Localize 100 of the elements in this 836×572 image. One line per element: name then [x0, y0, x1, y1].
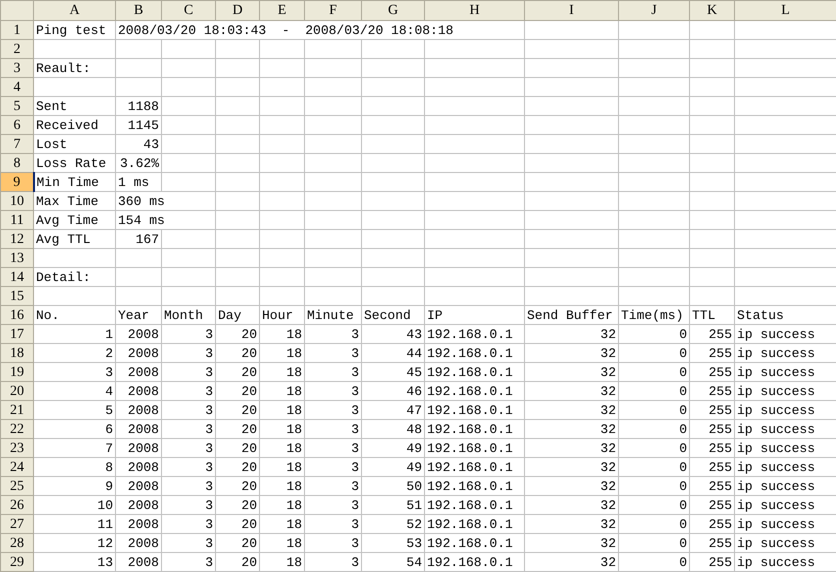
- row-header[interactable]: 29: [0, 552, 34, 572]
- cell-text: 20: [241, 344, 257, 362]
- cell-text: 0: [679, 440, 687, 456]
- cell-text: 18: [286, 478, 302, 494]
- row-header[interactable]: 14: [0, 268, 34, 286]
- row-header[interactable]: 2: [0, 40, 34, 58]
- row-header[interactable]: 25: [0, 476, 34, 496]
- cell-text: 20: [241, 458, 257, 476]
- column-header[interactable]: D: [216, 0, 260, 20]
- cell-text: 255: [708, 496, 732, 514]
- cell-text: 18: [286, 440, 302, 456]
- cell-text: 2008: [128, 440, 159, 456]
- column-header[interactable]: E: [260, 0, 304, 20]
- column-header[interactable]: H: [424, 0, 524, 20]
- cell-text: 0: [679, 402, 687, 418]
- cell-text: 18: [286, 554, 302, 570]
- cell-text: 20: [241, 554, 257, 570]
- cell-text: 2008: [128, 534, 159, 552]
- cell-text: 2008: [128, 496, 159, 514]
- cell-text: 360 ms: [118, 192, 165, 210]
- cell-text: 47: [406, 402, 422, 418]
- cell-text: 20: [241, 364, 257, 380]
- row-header[interactable]: 12: [0, 230, 34, 248]
- cell-text: 3: [205, 478, 213, 494]
- cell-text: 18: [286, 516, 302, 532]
- cell-text: 50: [406, 478, 422, 494]
- row-header[interactable]: 20: [0, 382, 34, 400]
- column-header[interactable]: G: [362, 0, 424, 20]
- row-header[interactable]: 3: [0, 58, 34, 78]
- row-header[interactable]: 8: [0, 154, 34, 172]
- column-header[interactable]: K: [690, 0, 734, 20]
- row-header[interactable]: 6: [0, 116, 34, 134]
- cell-text: 255: [708, 326, 732, 342]
- cell-text: 32: [600, 440, 616, 456]
- row-header[interactable]: 15: [0, 286, 34, 306]
- cell-text: 12: [97, 534, 113, 552]
- row-header[interactable]: 5: [0, 96, 34, 116]
- cell-text: 20: [241, 440, 257, 456]
- cell-text: 18: [286, 496, 302, 514]
- row-header[interactable]: 11: [0, 210, 34, 230]
- cell-text: 45: [406, 364, 422, 380]
- row-header[interactable]: 9: [0, 172, 34, 192]
- row-header[interactable]: 7: [0, 134, 34, 154]
- row-header[interactable]: 18: [0, 344, 34, 362]
- cell-text: 192.168.0.1: [427, 534, 513, 552]
- cell-text: 32: [600, 478, 616, 494]
- cell-text: Hour: [262, 306, 294, 324]
- cell-text: 18: [286, 326, 302, 342]
- row-header[interactable]: 22: [0, 420, 34, 438]
- cell-text: 255: [708, 554, 732, 570]
- cell-text: Second: [364, 306, 411, 324]
- cell-text: 3: [205, 534, 213, 552]
- column-header[interactable]: L: [734, 0, 836, 20]
- cell-text: 1188: [128, 98, 159, 114]
- row-header[interactable]: 10: [0, 192, 34, 210]
- cell-text: ip success: [737, 440, 816, 456]
- cell-text: 0: [679, 382, 687, 400]
- row-header[interactable]: 13: [0, 248, 34, 268]
- cell-text: 32: [600, 326, 616, 342]
- row-header[interactable]: 21: [0, 400, 34, 420]
- column-header[interactable]: C: [162, 0, 216, 20]
- cell-text: Ping test: [36, 22, 106, 38]
- row-header[interactable]: 17: [0, 324, 34, 344]
- cell-text: 0: [679, 364, 687, 380]
- row-header[interactable]: 1: [0, 20, 34, 40]
- cell-text: 2008: [128, 554, 159, 570]
- cell-text: 0: [679, 478, 687, 494]
- cell-text: 1 ms: [118, 174, 150, 190]
- row-header[interactable]: 28: [0, 534, 34, 552]
- column-header[interactable]: A: [34, 0, 116, 20]
- row-header[interactable]: 23: [0, 438, 34, 458]
- cell-text: 46: [406, 382, 422, 400]
- column-header[interactable]: B: [116, 0, 162, 20]
- cell-text: ip success: [737, 402, 816, 418]
- cell-text: 255: [708, 458, 732, 476]
- cell-text: ip success: [737, 516, 816, 532]
- cell-text: ip success: [737, 554, 816, 570]
- cell-text: 54: [406, 554, 422, 570]
- select-all-corner[interactable]: [0, 0, 34, 20]
- cell-text: 0: [679, 496, 687, 514]
- cell-text: Month: [164, 306, 204, 324]
- cell-text: 3: [351, 516, 359, 532]
- cell-text: 3: [351, 344, 359, 362]
- column-header[interactable]: I: [524, 0, 618, 20]
- cell-text: ip success: [737, 364, 816, 380]
- cell-text: No.: [36, 306, 60, 324]
- row-header[interactable]: 4: [0, 78, 34, 96]
- row-header[interactable]: 24: [0, 458, 34, 476]
- cell-text: 32: [600, 534, 616, 552]
- cell-text: 18: [286, 402, 302, 418]
- column-header[interactable]: F: [304, 0, 362, 20]
- row-header[interactable]: 27: [0, 514, 34, 534]
- cell-text: 18: [286, 382, 302, 400]
- cell-text: 32: [600, 458, 616, 476]
- row-header[interactable]: 16: [0, 306, 34, 324]
- column-header[interactable]: J: [618, 0, 690, 20]
- row-header[interactable]: 19: [0, 362, 34, 382]
- cell-text: 167: [136, 230, 159, 248]
- row-header[interactable]: 26: [0, 496, 34, 514]
- cell-text: 255: [708, 402, 732, 418]
